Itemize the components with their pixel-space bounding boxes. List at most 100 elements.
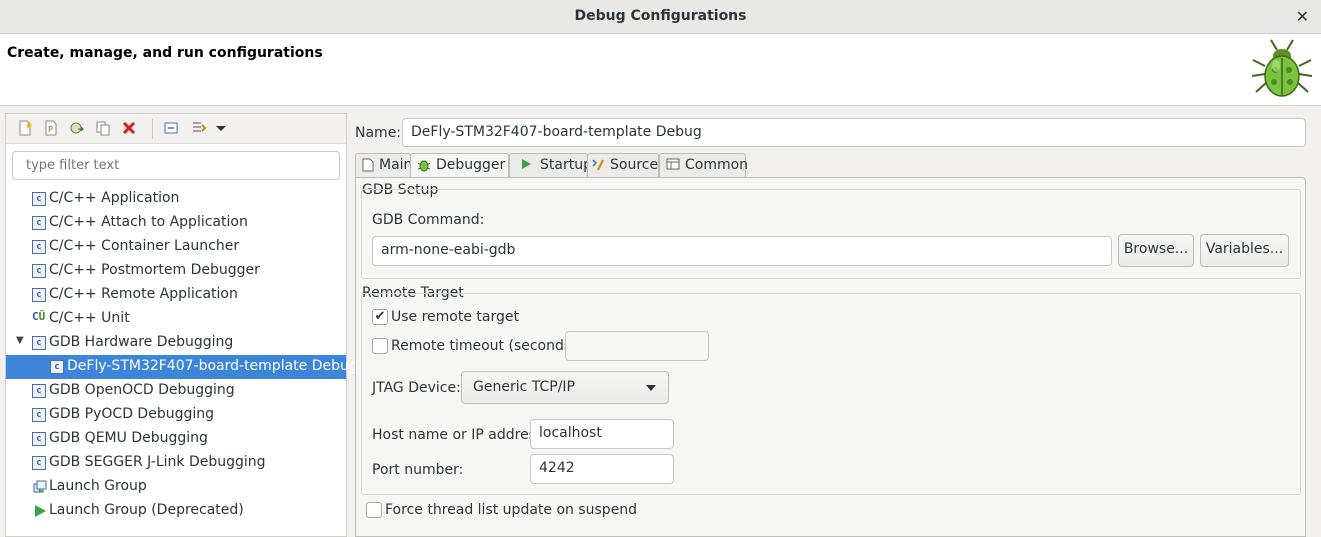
jtag-device-value: Generic TCP/IP xyxy=(473,379,575,395)
force-thread-update-label: Force thread list update on suspend xyxy=(385,502,638,518)
launch-config-icon: c xyxy=(32,240,46,254)
tree-item[interactable]: Launch Group (Deprecated) xyxy=(6,499,346,523)
tree-item-label: GDB SEGGER J-Link Debugging xyxy=(49,454,266,470)
debugger-tab-icon xyxy=(417,158,431,175)
port-number-input[interactable]: 4242 xyxy=(530,454,674,484)
jtag-device-select[interactable]: Generic TCP/IP xyxy=(461,371,669,404)
launch-config-icon: CÜ xyxy=(32,310,46,323)
launch-config-icon: c xyxy=(32,288,46,302)
launch-config-icon: c xyxy=(32,408,46,422)
launch-config-icon: c xyxy=(32,432,46,446)
collapse-all-icon[interactable] xyxy=(162,120,180,138)
port-number-label: Port number: xyxy=(372,462,464,478)
tab-source[interactable]: Source xyxy=(587,153,659,177)
tab-common-label: Common xyxy=(685,157,749,173)
tree-item-label: C/C++ Attach to Application xyxy=(49,214,248,230)
export-configuration-icon[interactable] xyxy=(68,120,86,138)
tree-item-label: DeFly-STM32F407-board-template Debug xyxy=(67,358,358,374)
tree-item[interactable]: ▼ c GDB Hardware Debugging xyxy=(6,331,346,355)
dialog-header: Create, manage, and run configurations xyxy=(0,34,1321,106)
tree-item-label: C/C++ Postmortem Debugger xyxy=(49,262,260,278)
launch-config-icon: c xyxy=(32,192,46,206)
name-label: Name: xyxy=(355,125,402,141)
window-titlebar: Debug Configurations ✕ xyxy=(0,0,1321,34)
launch-config-icon: c xyxy=(32,456,46,470)
use-remote-target-label: Use remote target xyxy=(391,309,519,325)
tab-source-label: Source xyxy=(610,157,659,173)
configuration-editor-pane: Name: DeFly-STM32F407-board-template Deb… xyxy=(349,113,1316,537)
launch-config-icon: c xyxy=(32,384,46,398)
gdb-command-label: GDB Command: xyxy=(372,212,485,228)
tree-item[interactable]: c GDB SEGGER J-Link Debugging xyxy=(6,451,346,475)
chevron-down-icon xyxy=(646,385,656,391)
variables-button[interactable]: Variables... xyxy=(1200,234,1289,267)
launch-config-icon: c xyxy=(32,216,46,230)
tab-debugger[interactable]: Debugger xyxy=(410,153,509,178)
tree-item-label: GDB QEMU Debugging xyxy=(49,430,208,446)
configuration-list-pane: P cC/C++ ApplicationcC/C++ Attach to App… xyxy=(5,113,358,537)
launch-config-icon xyxy=(32,503,48,519)
launch-config-icon: c xyxy=(32,336,46,350)
launch-config-icon xyxy=(32,479,48,495)
remote-timeout-input[interactable] xyxy=(565,331,709,361)
remote-timeout-label: Remote timeout (seconds): xyxy=(391,338,582,354)
tree-item-label: C/C++ Remote Application xyxy=(49,286,238,302)
launch-config-icon: c xyxy=(50,360,64,374)
tree-item[interactable]: c C/C++ Attach to Application xyxy=(6,211,346,235)
view-menu-icon[interactable] xyxy=(212,120,230,138)
tree-item[interactable]: c C/C++ Application xyxy=(6,187,346,211)
tree-item[interactable]: CÜ C/C++ Unit xyxy=(6,307,346,331)
tab-common[interactable]: Common xyxy=(659,153,749,177)
toolbar-separator xyxy=(152,119,153,139)
host-name-input[interactable]: localhost xyxy=(530,419,674,449)
main-tab-icon xyxy=(362,158,374,175)
new-prototype-icon[interactable]: P xyxy=(42,120,60,138)
browse-button[interactable]: Browse... xyxy=(1118,234,1194,267)
tree-item[interactable]: c GDB PyOCD Debugging xyxy=(6,403,346,427)
duplicate-configuration-icon[interactable] xyxy=(94,120,112,138)
host-name-label: Host name or IP address: xyxy=(372,427,548,443)
use-remote-target-checkbox[interactable]: ✔ xyxy=(372,309,388,325)
debugger-tab-panel: GDB Setup GDB Command: arm-none-eabi-gdb… xyxy=(355,177,1306,537)
tree-item-label: C/C++ Container Launcher xyxy=(49,238,240,254)
tab-main[interactable]: Main xyxy=(355,153,413,177)
tree-item[interactable]: c C/C++ Postmortem Debugger xyxy=(6,259,346,283)
configuration-toolbar: P xyxy=(6,114,346,144)
force-thread-update-checkbox[interactable] xyxy=(366,502,382,518)
tree-item[interactable]: Launch Group xyxy=(6,475,346,499)
close-icon[interactable]: ✕ xyxy=(1296,7,1309,26)
source-tab-icon xyxy=(592,158,606,175)
filter-input[interactable] xyxy=(12,151,340,180)
expand-arrow-icon[interactable]: ▼ xyxy=(16,335,24,346)
tab-debugger-label: Debugger xyxy=(436,157,506,173)
svg-text:P: P xyxy=(48,125,53,134)
filter-configurations-icon[interactable] xyxy=(190,120,208,138)
tree-item[interactable]: c DeFly-STM32F407-board-template Debug xyxy=(6,355,358,379)
window-title: Debug Configurations xyxy=(574,8,747,24)
delete-configuration-icon[interactable] xyxy=(120,120,138,138)
tree-item-label: GDB PyOCD Debugging xyxy=(49,406,215,422)
tree-item-label: GDB OpenOCD Debugging xyxy=(49,382,235,398)
jtag-device-label: JTAG Device: xyxy=(372,380,461,396)
tab-main-label: Main xyxy=(379,157,413,173)
tree-item-label: C/C++ Application xyxy=(49,190,180,206)
common-tab-icon xyxy=(666,158,680,173)
startup-tab-icon xyxy=(520,158,532,173)
debug-bug-icon xyxy=(1247,36,1317,102)
configuration-name-input[interactable]: DeFly-STM32F407-board-template Debug xyxy=(402,118,1306,147)
header-title: Create, manage, and run configurations xyxy=(7,45,323,61)
tree-item[interactable]: c GDB OpenOCD Debugging xyxy=(6,379,346,403)
tree-item-label: Launch Group (Deprecated) xyxy=(49,502,244,518)
remote-timeout-checkbox[interactable] xyxy=(372,338,388,354)
launch-config-icon: c xyxy=(32,264,46,278)
tree-item[interactable]: c GDB QEMU Debugging xyxy=(6,427,346,451)
tree-item[interactable]: c C/C++ Remote Application xyxy=(6,283,346,307)
new-configuration-icon[interactable] xyxy=(16,120,34,138)
tab-startup-label: Startup xyxy=(540,157,592,173)
tab-startup[interactable]: Startup xyxy=(509,153,592,177)
tree-item[interactable]: c C/C++ Container Launcher xyxy=(6,235,346,259)
tree-item-label: Launch Group xyxy=(49,478,147,494)
tree-item-label: C/C++ Unit xyxy=(49,310,130,326)
gdb-command-input[interactable]: arm-none-eabi-gdb xyxy=(372,236,1112,266)
tree-item-label: GDB Hardware Debugging xyxy=(49,334,234,350)
